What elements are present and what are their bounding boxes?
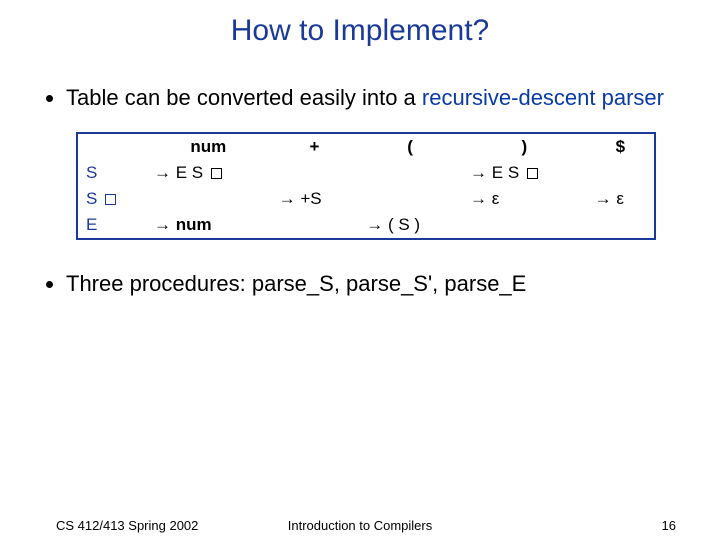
bullet-1-accent: recursive-descent parser — [422, 85, 664, 110]
cell-S-lparen — [358, 160, 462, 186]
bullet-list: Table can be converted easily into a rec… — [46, 84, 674, 112]
bullet-1: Table can be converted easily into a rec… — [66, 84, 674, 112]
cell-Sp-rparen: → ε — [462, 186, 587, 212]
col-rparen: ) — [462, 134, 587, 160]
cell-S-num: → E S — [146, 160, 271, 186]
cell-E-lparen: → ( S ) — [358, 212, 462, 238]
row-S-label: S — [78, 160, 146, 186]
cell-E-eof — [587, 212, 654, 238]
col-lparen: ( — [358, 134, 462, 160]
cell-S-rparen: → E S — [462, 160, 587, 186]
footer-center: Introduction to Compilers — [0, 518, 720, 533]
slide: How to Implement? Table can be converted… — [0, 0, 720, 540]
cell-S-plus — [271, 160, 359, 186]
cell-E-plus — [271, 212, 359, 238]
slide-body: Table can be converted easily into a rec… — [0, 84, 720, 298]
bullet-list-2: Three procedures: parse_S, parse_S', par… — [46, 270, 674, 298]
col-blank — [78, 134, 146, 160]
table-row: E → num → ( S ) — [78, 212, 654, 238]
table-row: S → +S → ε → ε — [78, 186, 654, 212]
bullet-1-text: Table can be converted easily into a — [66, 85, 422, 110]
parse-table: num + ( ) $ S → E S → E S S — [76, 132, 656, 240]
col-plus: + — [271, 134, 359, 160]
footer-right: 16 — [662, 518, 676, 533]
col-num: num — [146, 134, 271, 160]
cell-Sp-eof: → ε — [587, 186, 654, 212]
parse-table-grid: num + ( ) $ S → E S → E S S — [78, 134, 654, 238]
cell-E-rparen — [462, 212, 587, 238]
cell-Sp-lparen — [358, 186, 462, 212]
cell-Sp-num — [146, 186, 271, 212]
bullet-2: Three procedures: parse_S, parse_S', par… — [66, 270, 674, 298]
cell-S-eof — [587, 160, 654, 186]
table-header-row: num + ( ) $ — [78, 134, 654, 160]
cell-E-num: → num — [146, 212, 271, 238]
cell-Sp-plus: → +S — [271, 186, 359, 212]
slide-title: How to Implement? — [0, 0, 720, 48]
col-eof: $ — [587, 134, 654, 160]
row-E-label: E — [78, 212, 146, 238]
row-Sp-label: S — [78, 186, 146, 212]
table-row: S → E S → E S — [78, 160, 654, 186]
